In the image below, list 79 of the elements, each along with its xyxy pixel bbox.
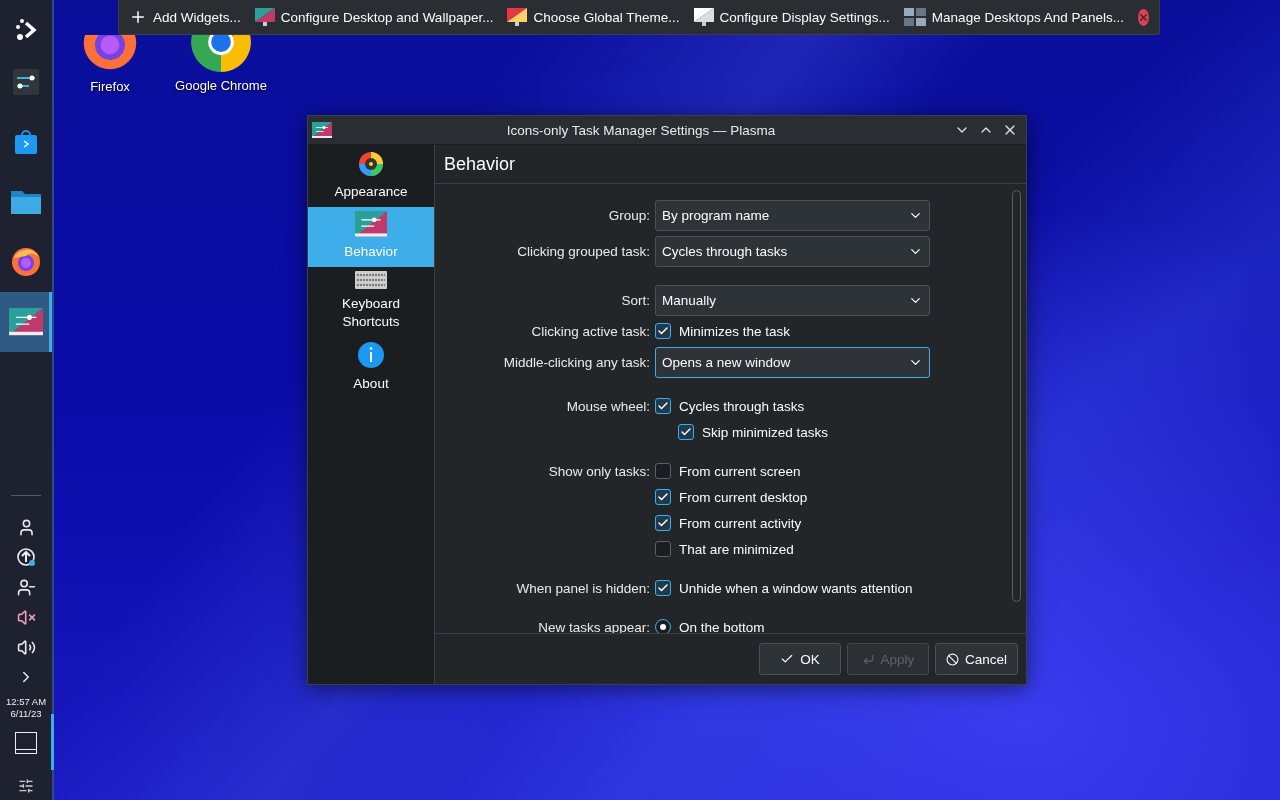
checkbox-label[interactable]: Skip minimized tasks [702, 424, 829, 440]
field-label: When panel is hidden: [516, 580, 650, 596]
checkbox[interactable] [655, 515, 671, 531]
desktop-icon-label[interactable]: Google Chrome [175, 78, 267, 93]
fox-globe-icon [10, 246, 42, 278]
category-item[interactable]: Appearance [308, 147, 434, 207]
check-icon [657, 582, 669, 594]
check-icon [657, 517, 669, 529]
check-icon [680, 426, 692, 438]
toolbar-button[interactable]: Manage Desktops And Panels... [903, 8, 1124, 26]
dropdown[interactable]: By program name [655, 199, 930, 231]
info-icon [357, 340, 385, 369]
checkbox-label[interactable]: Unhide when a window wants attention [679, 580, 913, 596]
field-label: Clicking active task: [531, 323, 650, 339]
checkbox[interactable] [655, 463, 671, 479]
checkbox[interactable] [655, 323, 671, 339]
checkbox[interactable] [678, 424, 694, 440]
checkbox-label[interactable]: From current activity [679, 515, 802, 531]
toolbar-button[interactable]: Configure Display Settings... [693, 8, 890, 26]
panel-settings-icon[interactable] [18, 778, 34, 794]
field-label: Group: [608, 207, 650, 223]
return-arrow-icon [861, 652, 875, 666]
folder-icon [10, 188, 42, 216]
field-label: Clicking grouped task: [517, 243, 650, 259]
clock-date[interactable]: 6/11/23 [5, 708, 47, 720]
radio-label[interactable]: On the bottom [679, 619, 765, 633]
checkbox[interactable] [655, 541, 671, 557]
toolbar-button[interactable]: Configure Desktop and Wallpaper... [254, 8, 494, 26]
dialog-button[interactable]: Cancel [934, 643, 1018, 675]
page-title: Behavior [435, 145, 1026, 184]
checkbox-label[interactable]: From current screen [679, 463, 801, 479]
checkbox[interactable] [655, 580, 671, 596]
field-label: Show only tasks: [548, 463, 650, 479]
color-wheel-icon [358, 151, 384, 177]
clock-time[interactable]: 12:57 AM [5, 696, 47, 708]
check-icon [780, 652, 795, 666]
app-launcher-icon [13, 17, 39, 43]
task-manager-icon [9, 308, 43, 336]
dropdown[interactable]: Opens a new window [655, 346, 930, 378]
desktops-grid-icon [903, 8, 926, 26]
field-label: Middle-clicking any task: [503, 354, 650, 370]
sliders-tile-icon [355, 211, 387, 237]
checkbox-label[interactable]: That are minimized [679, 541, 794, 557]
mute-icon[interactable] [16, 607, 36, 627]
check-icon [657, 491, 669, 503]
category-item[interactable]: Keyboard Shortcuts [308, 266, 434, 337]
checkbox-label[interactable]: Minimizes the task [679, 323, 791, 339]
check-icon [657, 325, 669, 337]
field-label: Sort: [621, 292, 650, 308]
checkbox[interactable] [655, 398, 671, 414]
desktop-icon-label[interactable]: Firefox [90, 79, 130, 95]
x-mark-icon [1138, 11, 1149, 23]
dropdown[interactable]: Cycles through tasks [655, 235, 930, 267]
radio-button[interactable] [655, 619, 671, 633]
keyboard-icon [355, 270, 387, 289]
volume-icon[interactable] [16, 637, 36, 657]
task-button[interactable] [0, 292, 52, 352]
checkbox-label[interactable]: Cycles through tasks [679, 398, 805, 414]
checkbox[interactable] [655, 489, 671, 505]
display-monitor-icon [693, 8, 714, 26]
shopping-bag-icon [12, 128, 40, 156]
settings-sliders-icon [12, 68, 40, 96]
dropdown[interactable]: Manually [655, 284, 930, 316]
field-label: Mouse wheel: [566, 398, 650, 414]
toolbar-button[interactable]: Choose Global Theme... [507, 8, 680, 26]
wallpaper-monitor-icon [254, 8, 275, 26]
toolbar-button[interactable]: Add Widgets... [129, 8, 241, 26]
dialog-button[interactable]: OK [758, 643, 841, 675]
checkbox-label[interactable]: From current desktop [679, 489, 808, 505]
window-app-icon [312, 122, 332, 138]
plus-icon [129, 8, 147, 26]
update-icon[interactable] [16, 547, 36, 567]
cancel-icon [945, 652, 959, 666]
user-minus-icon[interactable] [16, 577, 36, 597]
category-item[interactable]: About [308, 336, 434, 399]
show-desktop-icon[interactable] [15, 732, 37, 754]
check-icon [657, 400, 669, 412]
window-title: Icons-only Task Manager Settings — Plasma [505, 122, 777, 138]
close-icon[interactable] [1138, 8, 1149, 26]
